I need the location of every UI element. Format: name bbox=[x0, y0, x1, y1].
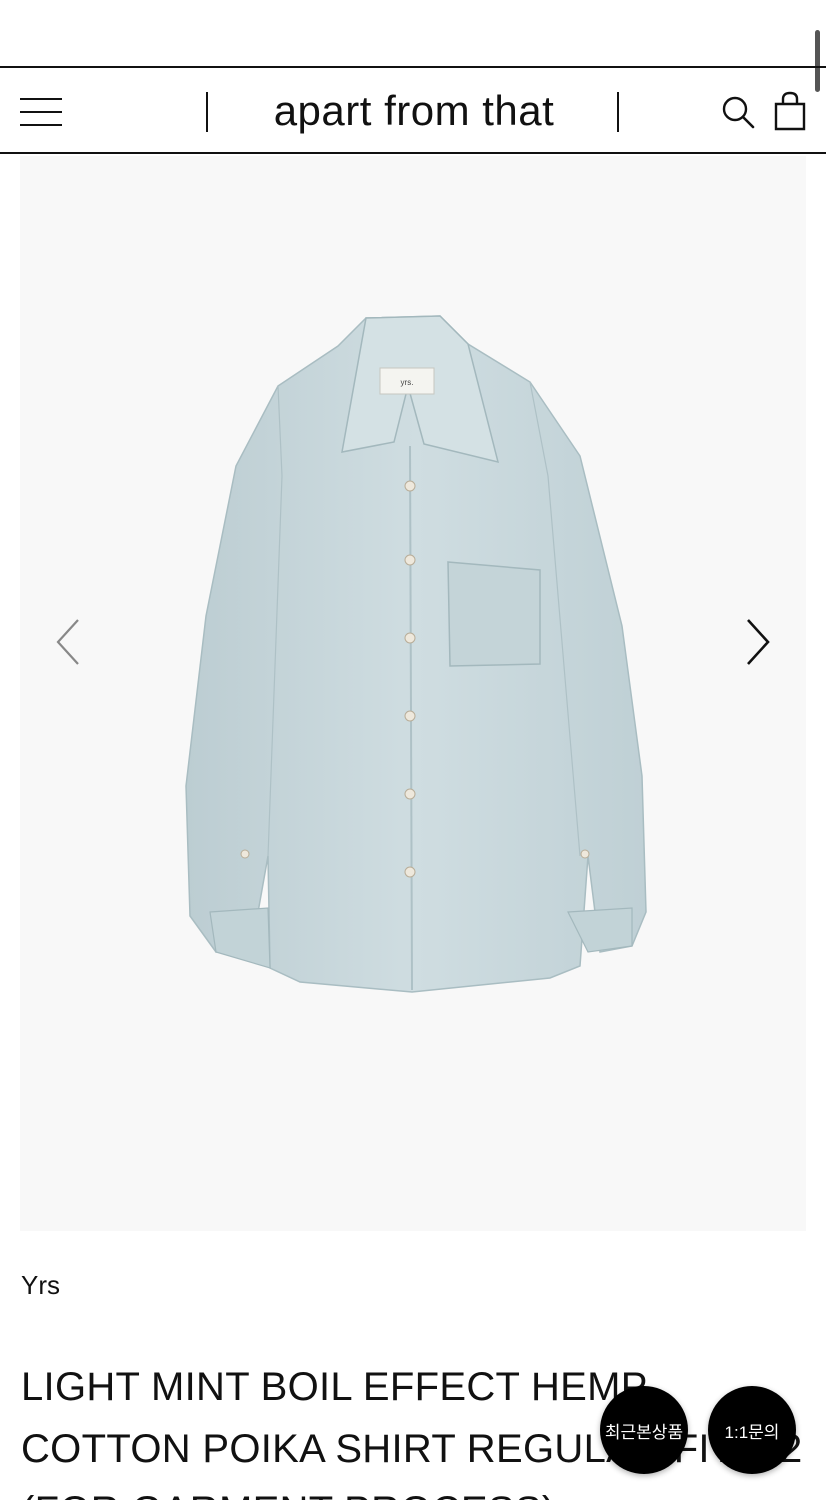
header-divider-left bbox=[206, 92, 208, 132]
header-divider-right bbox=[617, 92, 619, 132]
search-icon bbox=[722, 96, 755, 129]
shopping-bag-icon bbox=[774, 91, 806, 131]
gallery-prev-button[interactable] bbox=[48, 614, 88, 670]
product-image: yrs. bbox=[185, 315, 647, 993]
chevron-left-icon bbox=[56, 619, 79, 665]
product-page: apart from that yrs. Yrs LIGHT MINT BOIL… bbox=[0, 0, 826, 1500]
cart-button[interactable] bbox=[772, 90, 808, 132]
recently-viewed-button[interactable]: 최근본상품 bbox=[600, 1386, 688, 1474]
hamburger-line bbox=[20, 124, 62, 126]
site-logo[interactable]: apart from that bbox=[210, 86, 618, 136]
product-brand[interactable]: Yrs bbox=[21, 1270, 60, 1301]
inquiry-button[interactable]: 1:1문의 bbox=[708, 1386, 796, 1474]
hamburger-menu-icon bbox=[20, 98, 62, 100]
chevron-right-icon bbox=[747, 619, 770, 665]
search-button[interactable] bbox=[720, 94, 756, 130]
site-header: apart from that bbox=[0, 66, 826, 154]
recently-viewed-label: 최근본상품 bbox=[604, 1422, 684, 1442]
hamburger-line bbox=[20, 111, 62, 113]
gallery-next-button[interactable] bbox=[738, 614, 778, 670]
garment-label-text: yrs. bbox=[401, 378, 414, 387]
inquiry-label: 1:1문의 bbox=[724, 1422, 780, 1442]
menu-button[interactable] bbox=[20, 96, 64, 128]
product-image-gallery[interactable]: yrs. bbox=[20, 156, 806, 1231]
product-title: LIGHT MINT BOIL EFFECT HEMP COTTON POIKA… bbox=[21, 1365, 802, 1500]
